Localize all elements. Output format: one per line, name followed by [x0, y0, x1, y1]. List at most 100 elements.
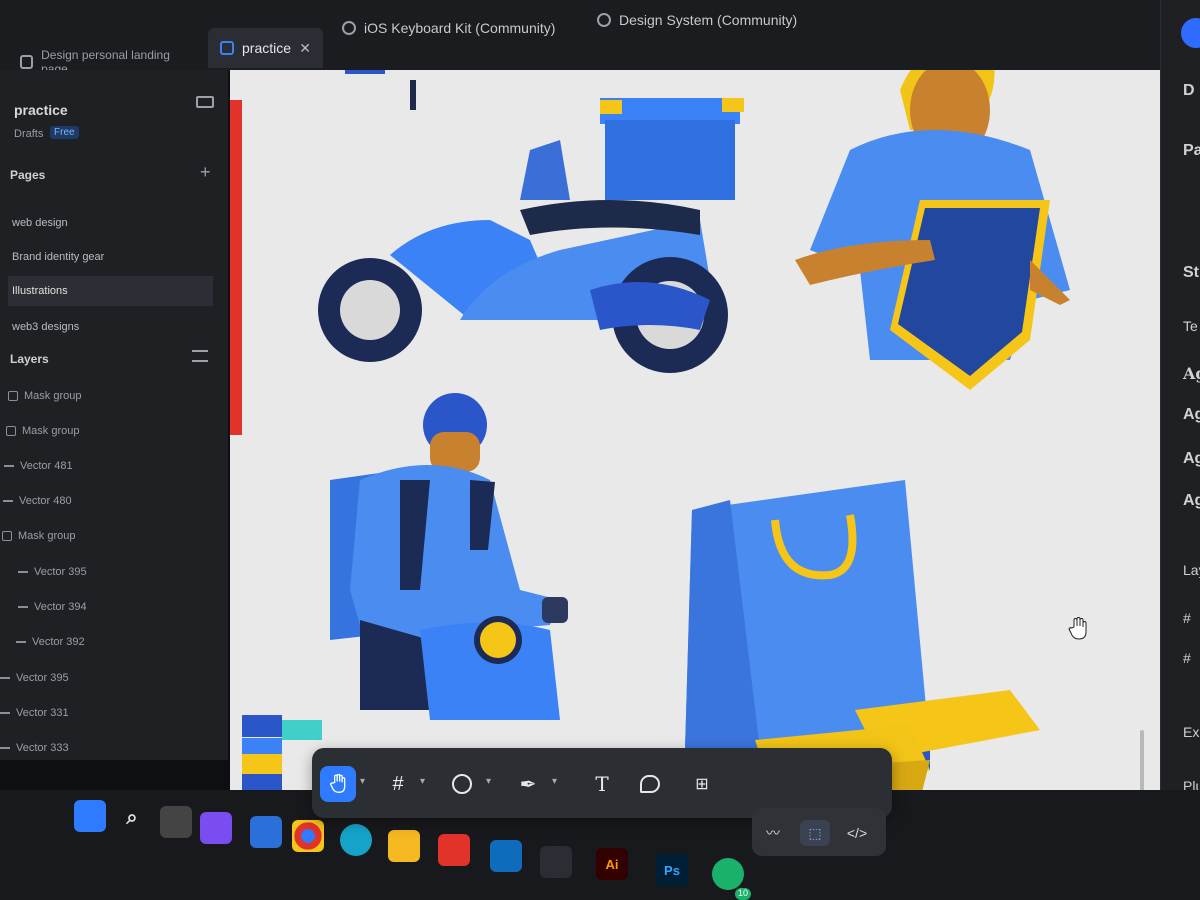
- outlook-icon[interactable]: [490, 840, 522, 872]
- layer-item[interactable]: Vector 394: [18, 601, 87, 613]
- notification-badge: 10: [735, 888, 751, 900]
- windows-icon[interactable]: [74, 800, 106, 832]
- text-style-option[interactable]: Ag: [1183, 450, 1200, 468]
- plan-badge: Free: [50, 126, 79, 139]
- explorer-icon[interactable]: [388, 830, 420, 862]
- edge-icon[interactable]: [340, 824, 372, 856]
- panel-label: Lay: [1183, 562, 1200, 578]
- mask-icon: [8, 391, 18, 401]
- tab-ios-keyboard-kit[interactable]: iOS Keyboard Kit (Community): [330, 8, 575, 48]
- layer-item[interactable]: Vector 392: [16, 636, 85, 648]
- teams-icon[interactable]: [250, 816, 282, 848]
- grid-icon[interactable]: #: [1183, 610, 1191, 626]
- delivery-rider-illustration: [330, 393, 568, 720]
- tab-label: Design System (Community): [619, 12, 798, 28]
- actions-button[interactable]: ⊞: [684, 766, 720, 802]
- page-item-web-design[interactable]: web design: [8, 208, 213, 238]
- frame-icon: #: [392, 772, 404, 795]
- layer-item[interactable]: Vector 395: [0, 672, 69, 684]
- layer-item[interactable]: Mask group: [2, 530, 75, 542]
- comment-icon: [640, 775, 660, 793]
- vector-icon: [4, 465, 14, 467]
- grid-icon[interactable]: #: [1183, 650, 1191, 666]
- figma-icon: [220, 41, 234, 55]
- design-mode-button[interactable]: ⬚: [800, 820, 830, 846]
- file-name[interactable]: practice: [14, 102, 68, 118]
- panel-label: Te: [1183, 318, 1198, 334]
- chevron-down-icon[interactable]: ▾: [360, 776, 365, 787]
- pen-icon: ✒: [519, 773, 537, 796]
- vector-icon: [16, 641, 26, 643]
- layers-sidebar: practice Drafts Free Pages + web design …: [0, 70, 228, 760]
- vector-icon: [0, 677, 10, 679]
- layer-item[interactable]: Vector 333: [0, 742, 69, 754]
- layer-item[interactable]: Vector 395: [18, 566, 87, 578]
- hand-cursor-icon: [1068, 617, 1087, 640]
- drafts-label: Drafts: [14, 128, 44, 140]
- frame-selection-bar: [230, 100, 242, 435]
- tab-design-system[interactable]: Design System (Community): [585, 0, 835, 40]
- copilot-icon[interactable]: [200, 812, 232, 844]
- close-icon[interactable]: ✕: [299, 40, 311, 57]
- panel-label[interactable]: Exp: [1183, 724, 1200, 740]
- pen-tool-button[interactable]: ✒: [510, 766, 546, 802]
- dev-mode-button[interactable]: </>: [842, 820, 872, 846]
- layers-toggle-icon[interactable]: [192, 350, 208, 362]
- panel-icon[interactable]: [196, 96, 214, 108]
- text-style-option[interactable]: Ag: [1183, 406, 1200, 424]
- whatsapp-icon[interactable]: [712, 858, 744, 890]
- layer-item[interactable]: Mask group: [6, 425, 79, 437]
- mask-icon: [6, 426, 16, 436]
- tab-label: practice: [242, 40, 292, 56]
- task-view-icon[interactable]: [160, 806, 192, 838]
- vector-icon: [3, 500, 13, 502]
- vector-icon: [18, 571, 28, 573]
- vector-icon: [0, 747, 10, 749]
- tab-bar: Design personal landing page practice ✕ …: [0, 0, 1170, 76]
- photoshop-icon[interactable]: Ps: [656, 854, 688, 886]
- comment-tool-button[interactable]: [632, 766, 668, 802]
- chevron-down-icon[interactable]: ▾: [486, 776, 491, 787]
- text-tool-button[interactable]: T: [584, 766, 620, 802]
- devmode-icon: ⬚: [808, 824, 822, 841]
- tab-label: iOS Keyboard Kit (Community): [364, 20, 556, 36]
- text-style-option[interactable]: Ag: [1183, 364, 1200, 383]
- page-item-brand-identity[interactable]: Brand identity gear: [8, 242, 213, 272]
- community-icon: [342, 21, 356, 35]
- hand-tool-button[interactable]: [320, 766, 356, 802]
- vector-icon: [0, 712, 10, 714]
- dev-mode-toggle: 〰 ⬚ </>: [752, 808, 886, 856]
- panel-label: St: [1183, 264, 1199, 281]
- chevron-down-icon[interactable]: ▾: [552, 776, 557, 787]
- chevron-down-icon[interactable]: ▾: [420, 776, 425, 787]
- layer-item[interactable]: Vector 331: [0, 707, 69, 719]
- store-icon[interactable]: [438, 834, 470, 866]
- mask-icon: [2, 531, 12, 541]
- text-icon: T: [595, 772, 609, 796]
- chrome-icon[interactable]: [292, 820, 324, 852]
- vector-icon: [18, 606, 28, 608]
- scooter-illustration: [318, 80, 744, 373]
- figma-icon: [20, 55, 34, 69]
- page-item-web3-designs[interactable]: web3 designs: [8, 312, 213, 342]
- properties-panel: D Pa St Te Ag Ag Ag Ag Lay # # Exp Plug: [1160, 0, 1200, 900]
- draw-mode-button[interactable]: 〰: [758, 820, 788, 846]
- layer-item[interactable]: Vector 480: [3, 495, 72, 507]
- tab-practice[interactable]: practice ✕: [208, 28, 323, 68]
- panel-label: D: [1183, 82, 1195, 99]
- layer-item[interactable]: Vector 481: [4, 460, 73, 472]
- text-style-option[interactable]: Ag: [1183, 492, 1200, 510]
- layer-item[interactable]: Mask group: [8, 390, 81, 402]
- search-icon[interactable]: ⌕: [116, 802, 148, 834]
- shape-tool-button[interactable]: [444, 766, 480, 802]
- avatar[interactable]: [1181, 18, 1200, 48]
- page-item-illustrations[interactable]: Illustrations: [8, 276, 213, 306]
- panel-label: Pa: [1183, 142, 1200, 159]
- plus-icon[interactable]: +: [200, 162, 211, 183]
- apron-person-illustration: [795, 41, 1070, 390]
- illustrator-icon[interactable]: Ai: [596, 848, 628, 880]
- frame-tool-button[interactable]: #: [380, 766, 416, 802]
- community-icon: [597, 13, 611, 27]
- hand-icon: [329, 774, 346, 794]
- figma-icon[interactable]: [540, 846, 572, 878]
